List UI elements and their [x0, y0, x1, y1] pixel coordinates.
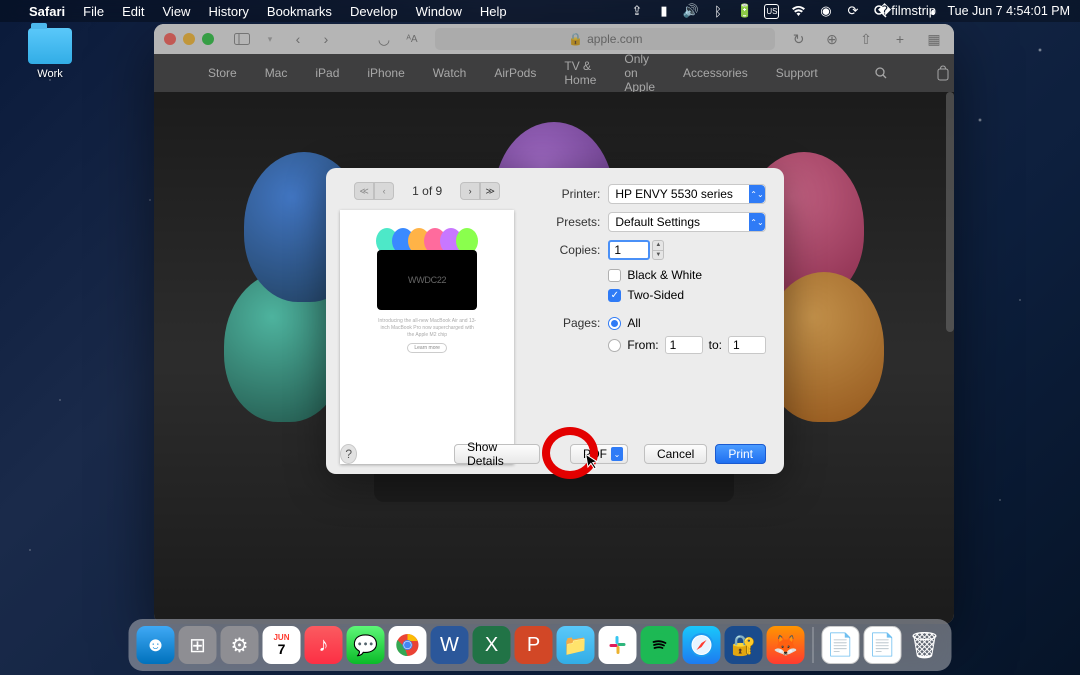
- thumb-wwdc: WWDC22: [408, 275, 446, 285]
- twosided-checkbox[interactable]: ✓: [608, 289, 621, 302]
- first-page-button[interactable]: ≪: [354, 182, 374, 200]
- pages-to-label: to:: [709, 338, 722, 352]
- preview-nav: ≪ ‹ 1 of 9 › ≫: [340, 182, 514, 200]
- menu-develop[interactable]: Develop: [341, 4, 407, 19]
- dock-word[interactable]: W: [431, 626, 469, 664]
- menu-bookmarks[interactable]: Bookmarks: [258, 4, 341, 19]
- pages-label: Pages:: [546, 316, 600, 330]
- bluetooth-icon[interactable]: ᛒ: [710, 4, 725, 19]
- pdf-label: PDF: [583, 447, 607, 461]
- dock-firefox[interactable]: 🦊: [767, 626, 805, 664]
- user-icon[interactable]: ◉: [818, 4, 833, 19]
- menu-file[interactable]: File: [74, 4, 113, 19]
- pages-range-radio[interactable]: [608, 339, 621, 352]
- bw-label: Black & White: [627, 268, 702, 282]
- print-button[interactable]: Print: [715, 444, 766, 464]
- folder-icon: [28, 28, 72, 64]
- status-icons: ⇪ ▮ 🔊 ᛒ 🔋 US ◉ ⟳ �filmstrip ◐: [629, 4, 941, 19]
- presets-value: Default Settings: [615, 215, 700, 229]
- thumb-btn: Learn more: [407, 343, 447, 353]
- dock-settings[interactable]: ⚙: [221, 626, 259, 664]
- chevron-down-icon: ⌄: [611, 447, 623, 461]
- dock-music[interactable]: ♪: [305, 626, 343, 664]
- printer-value: HP ENVY 5530 series: [615, 187, 733, 201]
- dock-chrome[interactable]: [389, 626, 427, 664]
- phone-icon[interactable]: ▮: [656, 4, 671, 19]
- dialog-footer: ? Show Details PDF ⌄ Cancel Print: [340, 444, 766, 464]
- sync-icon[interactable]: ⟳: [845, 4, 860, 19]
- pdf-dropdown-button[interactable]: PDF ⌄: [570, 444, 628, 464]
- pages-all-radio[interactable]: [608, 317, 621, 330]
- copies-stepper[interactable]: ▲▼: [652, 240, 664, 260]
- page-thumbnail: WWDC22 Introducing the all-new MacBook A…: [340, 210, 514, 464]
- menubar-clock[interactable]: Tue Jun 7 4:54:01 PM: [947, 4, 1070, 18]
- copies-label: Copies:: [546, 243, 600, 257]
- dock-slack[interactable]: [599, 626, 637, 664]
- dock-powerpoint[interactable]: P: [515, 626, 553, 664]
- prev-page-button[interactable]: ‹: [374, 182, 394, 200]
- printer-select[interactable]: HP ENVY 5530 series ⌃⌄: [608, 184, 766, 204]
- pages-from-input[interactable]: [665, 336, 703, 354]
- help-button[interactable]: ?: [340, 444, 357, 464]
- page-counter: 1 of 9: [412, 184, 442, 198]
- pages-all-label: All: [627, 316, 640, 330]
- last-page-button[interactable]: ≫: [480, 182, 500, 200]
- app-menu[interactable]: Safari: [20, 4, 74, 19]
- options-pane: Printer: HP ENVY 5530 series ⌃⌄ Presets:…: [528, 168, 784, 474]
- desktop-folder-work[interactable]: Work: [20, 28, 80, 80]
- siri-icon[interactable]: ◐: [926, 4, 941, 19]
- menu-help[interactable]: Help: [471, 4, 516, 19]
- copies-input[interactable]: [608, 240, 650, 260]
- dock-messages[interactable]: 💬: [347, 626, 385, 664]
- chevron-updown-icon: ⌃⌄: [749, 185, 765, 203]
- dock: ☻ ⊞ ⚙ JUN 7 ♪ 💬 W X P 📁 🔐 🦊 📄 📄 🗑: [129, 619, 952, 671]
- presets-label: Presets:: [546, 215, 600, 229]
- pages-to-input[interactable]: [728, 336, 766, 354]
- menu-edit[interactable]: Edit: [113, 4, 153, 19]
- pages-from-label: From:: [627, 338, 658, 352]
- preview-pane: ≪ ‹ 1 of 9 › ≫ WWDC22 Introducing the al…: [326, 168, 528, 474]
- chevron-updown-icon: ⌃⌄: [749, 213, 765, 231]
- printer-label: Printer:: [546, 187, 600, 201]
- input-source-icon[interactable]: US: [764, 4, 779, 19]
- dock-recent-doc-2[interactable]: 📄: [864, 626, 902, 664]
- dock-trash[interactable]: 🗑: [906, 626, 944, 664]
- dock-excel[interactable]: X: [473, 626, 511, 664]
- control-center-icon[interactable]: �filmstrip: [899, 4, 914, 19]
- dock-recent-doc-1[interactable]: 📄: [822, 626, 860, 664]
- twosided-label: Two-Sided: [627, 288, 684, 302]
- thumb-text: Introducing the all-new MacBook Air and …: [377, 318, 477, 339]
- volume-icon[interactable]: 🔊: [683, 4, 698, 19]
- dock-launchpad[interactable]: ⊞: [179, 626, 217, 664]
- bw-checkbox[interactable]: [608, 269, 621, 282]
- next-page-button[interactable]: ›: [460, 182, 480, 200]
- dock-calendar[interactable]: JUN 7: [263, 626, 301, 664]
- dock-safari[interactable]: [683, 626, 721, 664]
- menu-window[interactable]: Window: [407, 4, 471, 19]
- dock-separator: [813, 627, 814, 663]
- battery-icon[interactable]: 🔋: [737, 4, 752, 19]
- show-details-button[interactable]: Show Details: [454, 444, 540, 464]
- dropbox-icon[interactable]: ⇪: [629, 4, 644, 19]
- dock-spotify[interactable]: [641, 626, 679, 664]
- menu-view[interactable]: View: [154, 4, 200, 19]
- presets-select[interactable]: Default Settings ⌃⌄: [608, 212, 766, 232]
- folder-label: Work: [20, 68, 80, 80]
- print-dialog: ≪ ‹ 1 of 9 › ≫ WWDC22 Introducing the al…: [326, 168, 784, 474]
- cancel-button[interactable]: Cancel: [644, 444, 707, 464]
- menu-history[interactable]: History: [199, 4, 257, 19]
- dock-finder[interactable]: ☻: [137, 626, 175, 664]
- dock-folder[interactable]: 📁: [557, 626, 595, 664]
- wifi-icon[interactable]: [791, 4, 806, 19]
- menubar: Safari File Edit View History Bookmarks …: [0, 0, 1080, 22]
- dock-1password[interactable]: 🔐: [725, 626, 763, 664]
